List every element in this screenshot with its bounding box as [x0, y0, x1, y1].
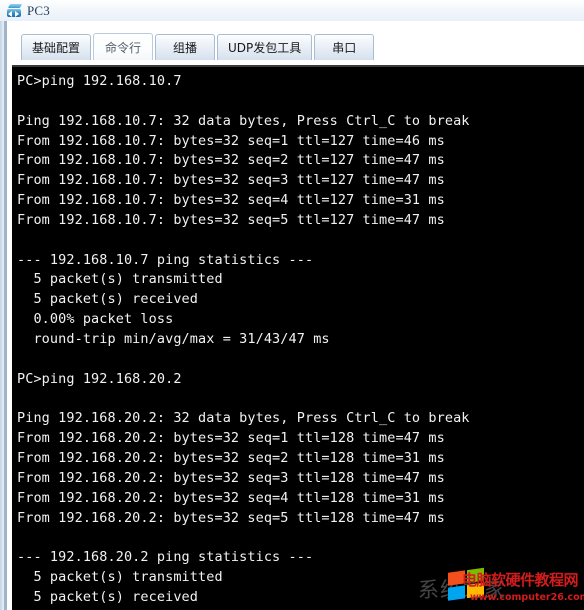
- terminal-line: From 192.168.10.7: bytes=32 seq=4 ttl=12…: [17, 192, 445, 209]
- window-title: PC3: [27, 2, 51, 18]
- tab-serial-port[interactable]: 串口: [314, 34, 375, 60]
- terminal-line: round-trip min/avg/max = 31/43/47 ms: [17, 330, 330, 347]
- tab-basic-config[interactable]: 基础配置: [21, 34, 92, 60]
- terminal-top-edge: [12, 65, 584, 67]
- tab-list: 基础配置 命令行 组播 UDP发包工具 串口: [21, 33, 376, 60]
- terminal-line: From 192.168.10.7: bytes=32 seq=3 ttl=12…: [17, 172, 445, 189]
- tab-multicast[interactable]: 组播: [155, 34, 216, 60]
- terminal-output[interactable]: PC>ping 192.168.10.7 Ping 192.168.10.7: …: [17, 72, 584, 610]
- tab-udp-packet-tool[interactable]: UDP发包工具: [217, 34, 313, 60]
- terminal-line: Ping 192.168.10.7: 32 data bytes, Press …: [17, 112, 470, 129]
- terminal-line: 5 packet(s) received: [17, 588, 199, 605]
- terminal-line: From 192.168.20.2: bytes=32 seq=4 ttl=12…: [17, 489, 445, 506]
- terminal-line: --- 192.168.20.2 ping statistics ---: [17, 549, 314, 566]
- terminal-line: From 192.168.10.7: bytes=32 seq=5 ttl=12…: [17, 211, 445, 228]
- terminal-line: From 192.168.20.2: bytes=32 seq=1 ttl=12…: [17, 430, 445, 447]
- terminal-line: PC>ping 192.168.10.7: [17, 73, 182, 89]
- pc3-window: PC3 基础配置 命令行 组播 UDP发包工具 串口 PC>ping 192.1…: [0, 0, 584, 610]
- terminal-panel[interactable]: PC>ping 192.168.10.7 Ping 192.168.10.7: …: [12, 65, 584, 610]
- tab-command-line[interactable]: 命令行: [93, 33, 154, 60]
- tab-command-line-label: 命令行: [105, 40, 142, 55]
- terminal-line: Ping 192.168.20.2: 32 data bytes, Press …: [17, 410, 470, 427]
- terminal-line: 5 packet(s) transmitted: [17, 569, 223, 586]
- terminal-line: From 192.168.10.7: bytes=32 seq=1 ttl=12…: [17, 132, 445, 149]
- terminal-line: From 192.168.20.2: bytes=32 seq=3 ttl=12…: [17, 469, 445, 486]
- window-client-area: 基础配置 命令行 组播 UDP发包工具 串口 PC>ping 192.168.1…: [0, 21, 584, 610]
- window-titlebar[interactable]: PC3: [0, 0, 584, 21]
- terminal-line: From 192.168.20.2: bytes=32 seq=5 ttl=12…: [17, 509, 445, 526]
- terminal-line: 5 packet(s) received: [17, 291, 199, 308]
- terminal-line: 5 packet(s) transmitted: [17, 271, 223, 288]
- terminal-line: From 192.168.20.2: bytes=32 seq=2 ttl=12…: [17, 450, 445, 467]
- tab-strip: 基础配置 命令行 组播 UDP发包工具 串口: [12, 21, 584, 65]
- tab-basic-config-label: 基础配置: [32, 41, 81, 55]
- tab-multicast-label: 组播: [173, 41, 198, 55]
- tab-udp-packet-tool-label: UDP发包工具: [228, 41, 302, 55]
- terminal-line: 0.00% packet loss: [17, 311, 174, 328]
- tab-serial-port-label: 串口: [332, 41, 357, 55]
- terminal-line: PC>ping 192.168.20.2: [17, 370, 182, 387]
- router-icon: [6, 3, 23, 19]
- terminal-line: --- 192.168.10.7 ping statistics ---: [17, 251, 314, 268]
- terminal-line: From 192.168.10.7: bytes=32 seq=2 ttl=12…: [17, 152, 445, 169]
